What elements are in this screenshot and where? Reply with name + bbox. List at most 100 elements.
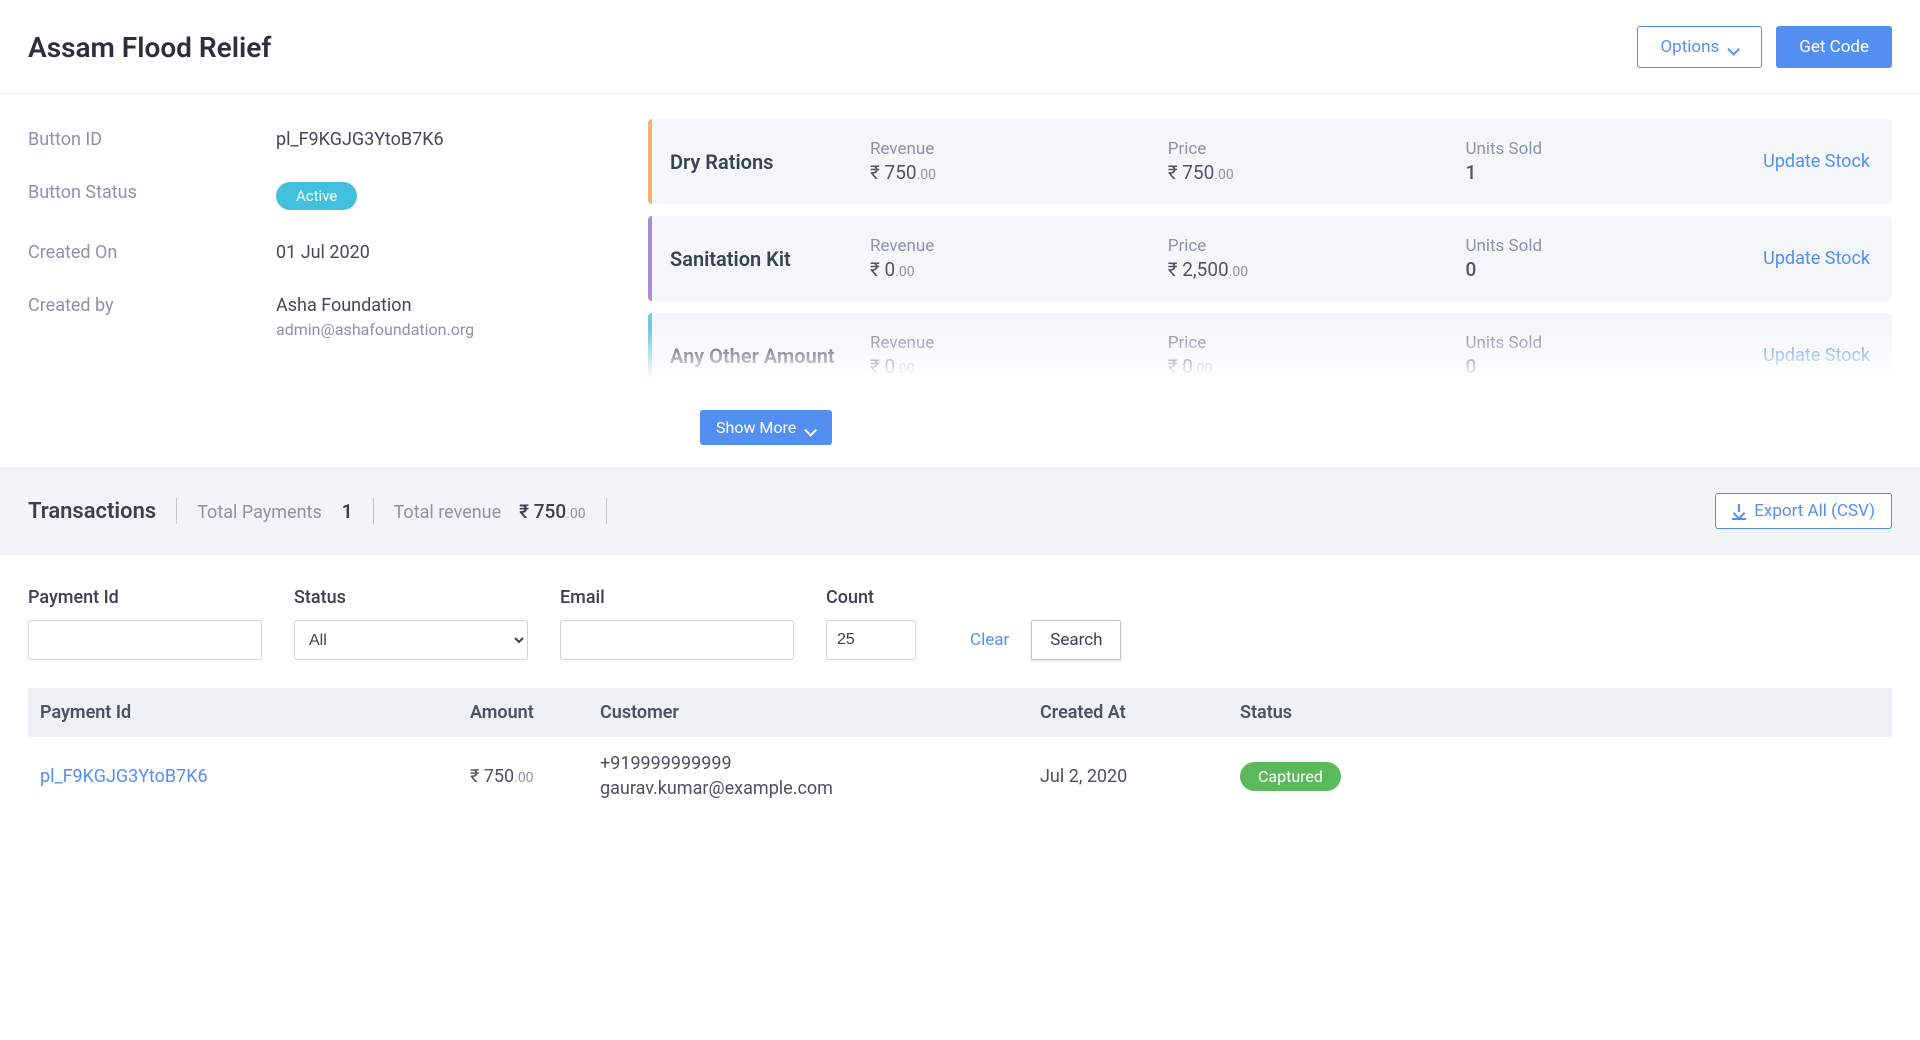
col-amount: Amount xyxy=(470,702,600,723)
price-value: ₹ 0 xyxy=(1168,355,1193,378)
price-dec: .00 xyxy=(1214,167,1233,183)
search-button[interactable]: Search xyxy=(1031,620,1121,660)
product-units: Units Sold 1 xyxy=(1465,139,1763,184)
button-id-value: pl_F9KGJG3YtoB7K6 xyxy=(276,129,444,150)
status-select[interactable]: All xyxy=(294,620,528,660)
price-label: Price xyxy=(1168,333,1466,353)
product-name: Dry Rations xyxy=(670,150,870,174)
show-more-row: Show More xyxy=(648,410,1892,445)
payment-id-label: Payment Id xyxy=(28,587,262,608)
button-id-label: Button ID xyxy=(28,129,276,150)
row-status: Captured xyxy=(1240,762,1880,791)
download-icon xyxy=(1732,504,1746,518)
divider xyxy=(606,498,607,524)
price-dec: .00 xyxy=(1229,264,1248,280)
product-revenue: Revenue ₹ 0.00 xyxy=(870,333,1168,378)
email-label: Email xyxy=(560,587,794,608)
options-button[interactable]: Options xyxy=(1637,26,1762,68)
status-label: Status xyxy=(294,587,528,608)
get-code-button[interactable]: Get Code xyxy=(1776,26,1892,68)
created-by-value: Asha Foundation admin@ashafoundation.org xyxy=(276,295,474,339)
product-price: Price ₹ 0.00 xyxy=(1168,333,1466,378)
revenue-value: ₹ 0 xyxy=(870,258,895,281)
button-status-value: Active xyxy=(276,182,357,210)
filter-actions: Clear Search xyxy=(970,620,1121,660)
divider xyxy=(373,498,374,524)
header-actions: Options Get Code xyxy=(1637,26,1892,68)
count-label: Count xyxy=(826,587,916,608)
price-value: ₹ 750 xyxy=(1168,161,1215,184)
content-top: Button ID pl_F9KGJG3YtoB7K6 Button Statu… xyxy=(0,94,1920,463)
creator-email: admin@ashafoundation.org xyxy=(276,320,474,339)
created-on-label: Created On xyxy=(28,242,276,263)
units-value: 1 xyxy=(1465,161,1763,184)
units-label: Units Sold xyxy=(1465,139,1763,159)
filter-payment-id: Payment Id xyxy=(28,587,262,660)
detail-row-created-on: Created On 01 Jul 2020 xyxy=(28,232,648,285)
payment-id-input[interactable] xyxy=(28,620,262,660)
created-on-value: 01 Jul 2020 xyxy=(276,242,370,263)
table-row: pl_F9KGJG3YtoB7K6 ₹ 750.00 +919999999999… xyxy=(28,737,1892,815)
price-dec: .00 xyxy=(1193,361,1212,377)
product-name: Any Other Amount xyxy=(670,344,870,368)
transactions-title: Transactions xyxy=(28,499,156,524)
update-stock-link[interactable]: Update Stock xyxy=(1763,345,1870,366)
email-input[interactable] xyxy=(560,620,794,660)
revenue-label: Revenue xyxy=(870,236,1168,256)
update-stock-link[interactable]: Update Stock xyxy=(1763,151,1870,172)
amount-dec: .00 xyxy=(514,770,533,786)
row-created-at: Jul 2, 2020 xyxy=(1040,766,1240,787)
page-title: Assam Flood Relief xyxy=(28,31,271,64)
show-more-label: Show More xyxy=(716,418,796,437)
product-units: Units Sold 0 xyxy=(1465,236,1763,281)
filter-count: Count xyxy=(826,587,916,660)
col-customer: Customer xyxy=(600,702,1040,723)
total-revenue-label: Total revenue xyxy=(394,502,502,523)
product-name: Sanitation Kit xyxy=(670,247,870,271)
product-price: Price ₹ 2,500.00 xyxy=(1168,236,1466,281)
total-payments-value: 1 xyxy=(342,500,353,523)
revenue-value: ₹ 750 xyxy=(870,161,917,184)
price-label: Price xyxy=(1168,139,1466,159)
revenue-dec: .00 xyxy=(895,361,914,377)
product-card-any-other: Any Other Amount Revenue ₹ 0.00 Price ₹ … xyxy=(648,313,1892,398)
chevron-down-icon xyxy=(1727,41,1739,53)
product-price: Price ₹ 750.00 xyxy=(1168,139,1466,184)
price-label: Price xyxy=(1168,236,1466,256)
price-value: ₹ 2,500 xyxy=(1168,258,1229,281)
table-header: Payment Id Amount Customer Created At St… xyxy=(28,688,1892,737)
revenue-label: Revenue xyxy=(870,333,1168,353)
transactions-table: Payment Id Amount Customer Created At St… xyxy=(0,688,1920,855)
options-label: Options xyxy=(1660,37,1719,57)
units-value: 0 xyxy=(1465,258,1763,281)
divider xyxy=(176,498,177,524)
units-label: Units Sold xyxy=(1465,333,1763,353)
customer-phone: +919999999999 xyxy=(600,753,1040,774)
total-revenue-int: ₹ 750 xyxy=(519,500,566,523)
show-more-button[interactable]: Show More xyxy=(700,410,832,445)
col-payment-id: Payment Id xyxy=(40,702,470,723)
update-stock-link[interactable]: Update Stock xyxy=(1763,248,1870,269)
product-units: Units Sold 0 xyxy=(1465,333,1763,378)
products-column: Dry Rations Revenue ₹ 750.00 Price ₹ 750… xyxy=(648,119,1892,463)
row-amount: ₹ 750.00 xyxy=(470,766,600,787)
col-created-at: Created At xyxy=(1040,702,1240,723)
product-card-dry-rations: Dry Rations Revenue ₹ 750.00 Price ₹ 750… xyxy=(648,119,1892,204)
status-badge: Active xyxy=(276,182,357,210)
chevron-down-icon xyxy=(804,422,816,434)
total-payments-label: Total Payments xyxy=(197,502,322,523)
clear-link[interactable]: Clear xyxy=(970,630,1009,650)
transactions-summary: Transactions Total Payments 1 Total reve… xyxy=(0,467,1920,555)
creator-name: Asha Foundation xyxy=(276,295,474,316)
total-revenue-dec: .00 xyxy=(566,506,585,522)
export-label: Export All (CSV) xyxy=(1754,501,1875,521)
export-all-button[interactable]: Export All (CSV) xyxy=(1715,493,1892,529)
revenue-label: Revenue xyxy=(870,139,1168,159)
units-label: Units Sold xyxy=(1465,236,1763,256)
filters-row: Payment Id Status All Email Count Clear … xyxy=(0,555,1920,688)
payment-id-link[interactable]: pl_F9KGJG3YtoB7K6 xyxy=(40,766,470,787)
filter-status: Status All xyxy=(294,587,528,660)
count-input[interactable] xyxy=(826,620,916,660)
detail-row-created-by: Created by Asha Foundation admin@ashafou… xyxy=(28,285,648,361)
detail-row-button-id: Button ID pl_F9KGJG3YtoB7K6 xyxy=(28,119,648,172)
